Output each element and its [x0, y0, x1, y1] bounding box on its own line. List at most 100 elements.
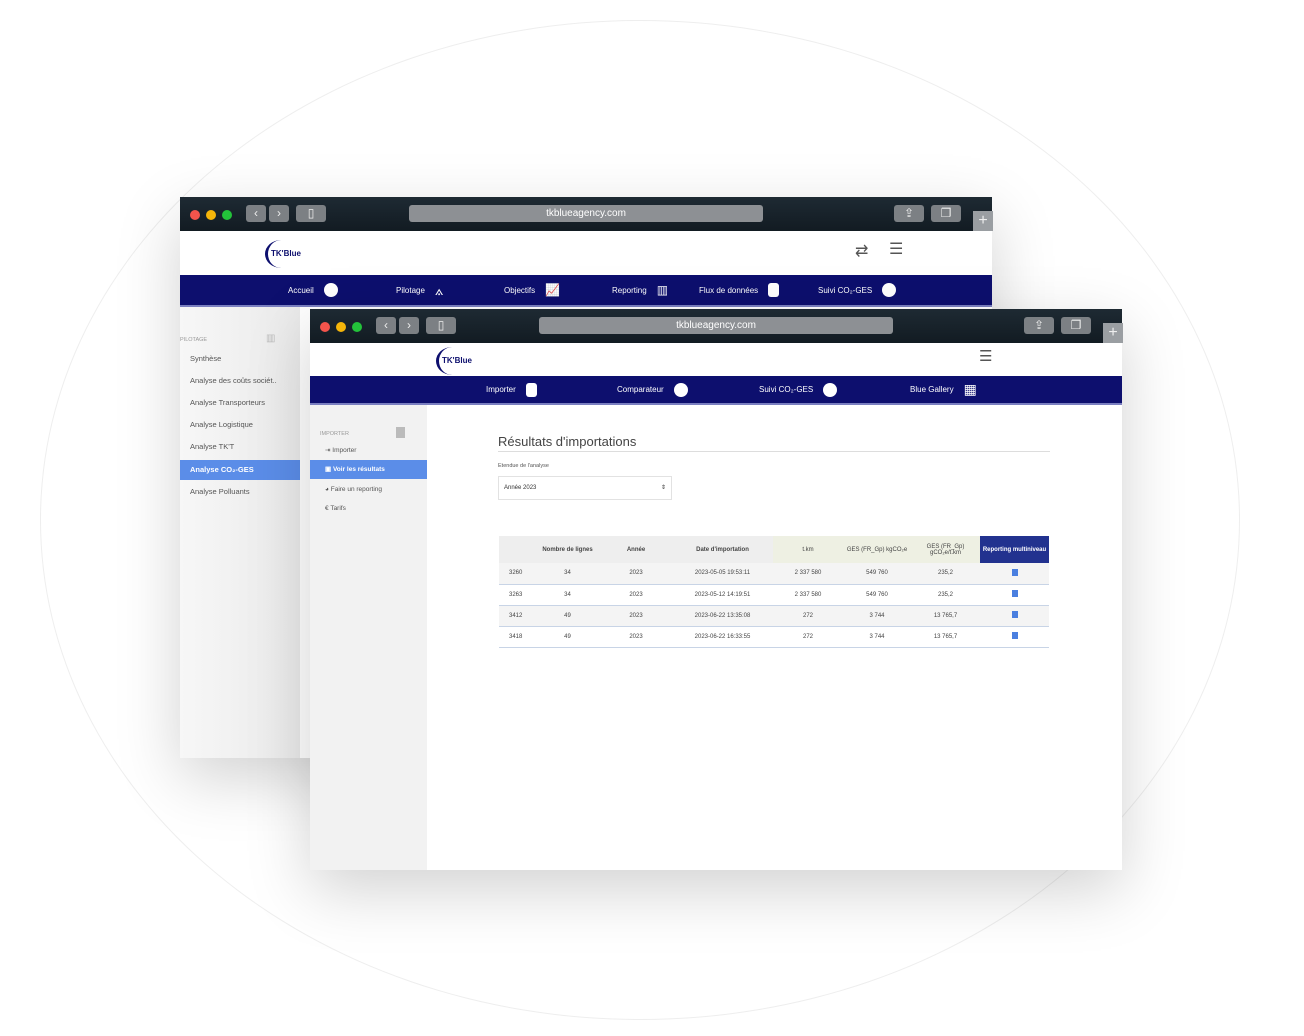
minimize-dot[interactable] [206, 210, 216, 220]
sidebar-item-reporting[interactable]: ◕ Faire un reporting [310, 480, 427, 500]
globe-icon [823, 382, 838, 397]
table-row: 3260 34 2023 2023-05-05 19:53:11 2 337 580 54… [499, 563, 1049, 585]
nav-label: Importer [486, 385, 516, 394]
nav-blue-gallery[interactable]: Blue Gallery ▦ [910, 376, 977, 403]
table-cell: 34 [535, 584, 600, 606]
bar-chart-icon: ▥ [266, 333, 276, 344]
sidebar-item-couts[interactable]: Analyse des coûts sociét.. [180, 371, 300, 391]
sidebar-toggle-button[interactable]: ▯ [426, 317, 456, 334]
sidebar-item-tarifs[interactable]: € Tarifs [310, 499, 427, 519]
table-cell: 3 744 [843, 605, 911, 627]
nav-flux[interactable]: Flux de données [699, 275, 780, 305]
col-lignes: Nombre de lignes [535, 536, 600, 563]
user-icon [323, 283, 338, 297]
table-cell: 3260 [499, 563, 535, 585]
sidebar-item-synthese[interactable]: Synthèse [180, 349, 300, 369]
nav-label: Suivi CO₂-GES [818, 285, 873, 295]
nav-suivi-co2[interactable]: Suivi CO₂-GES [818, 275, 897, 305]
minimize-dot[interactable] [336, 322, 346, 332]
nav-comparateur[interactable]: Comparateur [617, 376, 688, 403]
reporting-cell [980, 584, 1049, 606]
sidebar-item-logistique[interactable]: Analyse Logistique [180, 415, 300, 435]
file-import-icon [525, 382, 537, 397]
close-dot[interactable] [190, 210, 200, 220]
table-cell: 2023-05-12 14:19:51 [672, 584, 773, 606]
sidebar-item-importer[interactable]: ⇥ Importer [310, 441, 427, 461]
report-file-icon[interactable] [1011, 611, 1018, 618]
nav-objectifs[interactable]: Objectifs 📈 [504, 275, 560, 305]
tkblue-logo[interactable]: TK'Blue [436, 347, 472, 375]
sidebar-item-co2[interactable]: Analyse CO₂-GES [180, 460, 300, 480]
close-dot[interactable] [320, 322, 330, 332]
back-button[interactable]: ‹ [376, 317, 396, 334]
sidebar-item-tkt[interactable]: Analyse TK'T [180, 437, 300, 457]
new-tab-button[interactable]: + [973, 211, 993, 231]
nav-reporting[interactable]: Reporting ▥ [612, 275, 668, 305]
sidebar-toggle-button[interactable]: ▯ [296, 205, 326, 222]
table-cell: 549 760 [843, 563, 911, 585]
front-browser-window: ‹ › ▯ tkblueagency.com ⇪ ❐ + TK'Blue ☰ I… [310, 309, 1123, 870]
table-cell: 13 765,7 [911, 626, 980, 648]
nav-importer[interactable]: Importer [486, 376, 537, 403]
new-tab-button[interactable]: + [1103, 323, 1123, 343]
menu-icon[interactable]: ☰ [889, 239, 903, 259]
results-table: Nombre de lignes Année Date d'importatio… [499, 536, 1049, 648]
table-cell: 272 [773, 605, 843, 627]
table-cell: 2023 [600, 584, 672, 606]
forward-button[interactable]: › [269, 205, 289, 222]
nav-accueil[interactable]: Accueil [288, 275, 338, 305]
menu-icon[interactable]: ☰ [979, 347, 992, 365]
zoom-dot[interactable] [222, 210, 232, 220]
col-id [499, 536, 535, 563]
table-cell: 13 765,7 [911, 605, 980, 627]
sidebar-item-resultats[interactable]: ▣ Voir les résultats [310, 460, 427, 479]
nav-suivi-co2[interactable]: Suivi CO₂-GES [759, 376, 838, 403]
table-row: 3418 49 2023 2023-06-22 16:33:55 272 3 744 13 … [499, 626, 1049, 648]
main-nav: Accueil Pilotage ⟑ Objectifs 📈 Reporting ▥ … [180, 275, 992, 307]
share-button[interactable]: ⇪ [894, 205, 924, 222]
section-label: IMPORTER [320, 431, 349, 437]
title-bar: ‹ › ▯ tkblueagency.com ⇪ ❐ + [180, 197, 993, 231]
back-button[interactable]: ‹ [246, 205, 266, 222]
table-cell: 3418 [499, 626, 535, 648]
nav-label: Reporting [612, 285, 647, 295]
report-file-icon[interactable] [1011, 590, 1018, 597]
forward-button[interactable]: › [399, 317, 419, 334]
table-cell: 2023-05-05 19:53:11 [672, 563, 773, 585]
col-tkm: t.km [773, 536, 843, 563]
title-bar: ‹ › ▯ tkblueagency.com ⇪ ❐ + [310, 309, 1123, 343]
url-bar[interactable]: tkblueagency.com [539, 317, 893, 334]
table-cell: 2023-06-22 16:33:55 [672, 626, 773, 648]
switch-icon[interactable]: ⇄ [855, 241, 868, 261]
reporting-cell [980, 605, 1049, 627]
tabs-button[interactable]: ❐ [1061, 317, 1091, 334]
trend-chart-icon: 📈 [545, 283, 561, 297]
report-file-icon[interactable] [1011, 632, 1018, 639]
tabs-button[interactable]: ❐ [931, 205, 961, 222]
table-cell: 2 337 580 [773, 584, 843, 606]
col-reporting: Reporting multiniveau [980, 536, 1049, 563]
nav-label: Blue Gallery [910, 385, 954, 394]
table-cell: 2023 [600, 563, 672, 585]
item-label: Tarifs [330, 505, 346, 512]
sidebar-item-polluants[interactable]: Analyse Polluants [180, 482, 300, 502]
reporting-cell [980, 626, 1049, 648]
item-label: Voir les résultats [332, 466, 385, 473]
tkblue-logo[interactable]: TK'Blue [265, 240, 301, 268]
nav-label: Objectifs [504, 285, 536, 295]
url-bar[interactable]: tkblueagency.com [409, 205, 763, 222]
sidebar-item-transporteurs[interactable]: Analyse Transporteurs [180, 393, 300, 413]
table-cell: 2 337 580 [773, 563, 843, 585]
table-cell: 2023-06-22 13:35:08 [672, 605, 773, 627]
compass-tool-icon: ⟑ [434, 281, 444, 298]
app-header: TK'Blue ⇄ ☰ [180, 231, 992, 275]
report-file-icon[interactable] [1011, 568, 1018, 576]
zoom-dot[interactable] [352, 322, 362, 332]
nav-pilotage[interactable]: Pilotage ⟑ [396, 275, 443, 305]
table-cell: 34 [535, 563, 600, 585]
share-button[interactable]: ⇪ [1024, 317, 1054, 334]
table-cell: 235,2 [911, 584, 980, 606]
scope-select[interactable]: Année 2023 ⇕ [498, 476, 672, 500]
results-icon: ▣ [325, 466, 333, 473]
bar-chart-icon: ▥ [656, 283, 669, 297]
